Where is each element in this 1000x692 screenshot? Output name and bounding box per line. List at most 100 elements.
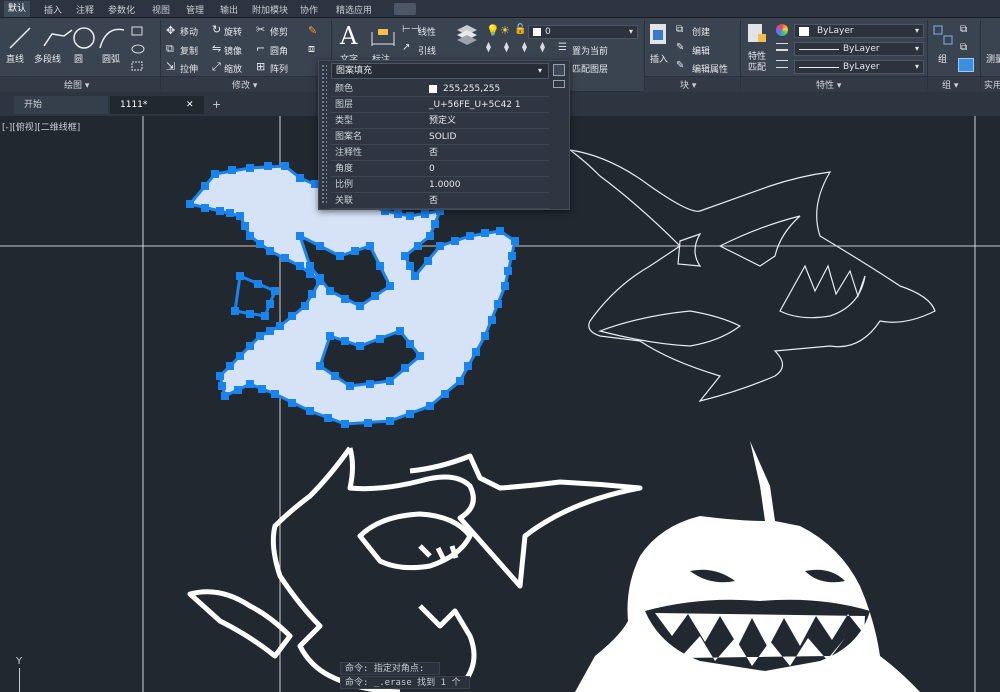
grip-point[interactable] (406, 262, 414, 270)
grip-point[interactable] (266, 300, 274, 308)
grip-point[interactable] (316, 362, 324, 370)
copy-button[interactable]: 复制 (180, 44, 198, 57)
grip-point[interactable] (366, 380, 374, 388)
arc-button[interactable]: 圆弧 (102, 52, 120, 65)
grip-point[interactable] (228, 166, 236, 174)
lightbulb-icon[interactable]: 💡 (486, 24, 500, 37)
grip-point[interactable] (296, 174, 304, 182)
grip-point[interactable] (281, 162, 289, 170)
great-white-shark-solid[interactable] (575, 441, 920, 692)
grip-point[interactable] (346, 382, 354, 390)
layer-tool-icon[interactable]: ⧫ (504, 42, 509, 53)
grip-point[interactable] (246, 342, 254, 350)
hammerhead-shark-outline[interactable] (187, 446, 643, 692)
circle-button[interactable]: 圆 (74, 52, 83, 65)
grip-point[interactable] (421, 210, 429, 218)
edit-attribute-button[interactable]: 编辑属性 (692, 62, 728, 75)
grip-point[interactable] (246, 380, 254, 388)
grip-point[interactable] (416, 352, 424, 360)
measure-button[interactable]: 测量 (986, 52, 1000, 65)
grip-point[interactable] (326, 287, 334, 295)
grip-point[interactable] (424, 257, 432, 265)
layer-tool-icon[interactable]: ⧫ (486, 42, 491, 53)
leader-button[interactable]: 引线 (418, 44, 436, 57)
grip-point[interactable] (401, 252, 409, 260)
color-wheel-icon[interactable] (776, 24, 788, 36)
grip-point[interactable] (324, 414, 332, 422)
polyline-button[interactable]: 多段线 (34, 52, 61, 65)
sun-icon[interactable]: ☀ (500, 24, 510, 37)
grip-point[interactable] (216, 207, 224, 215)
color-dropdown[interactable]: ByLayer ▾ (794, 24, 924, 38)
tab-default[interactable]: 默认 (4, 1, 31, 17)
tab-view[interactable]: 视图 (152, 3, 170, 16)
block-panel-title[interactable]: 块 ▾ (680, 78, 696, 91)
drawing-tab[interactable]: 1111* ✕ (110, 96, 204, 114)
tab-output[interactable]: 输出 (220, 3, 238, 16)
lineweight-dropdown[interactable]: ByLayer ▾ (794, 60, 924, 74)
drag-handle[interactable] (321, 64, 327, 204)
properties-panel-title[interactable]: 特性 ▾ (816, 78, 841, 91)
grip-point[interactable] (201, 182, 209, 190)
modify-panel-title[interactable]: 修改 ▾ (232, 78, 257, 91)
grip-point[interactable] (261, 312, 269, 320)
grip-point[interactable] (396, 327, 404, 335)
group-select-icon[interactable] (958, 58, 974, 72)
grip-point[interactable] (341, 337, 349, 345)
customize-icon[interactable] (553, 64, 565, 76)
grip-point[interactable] (386, 282, 394, 290)
match-properties-button[interactable]: 特性 匹配 (748, 52, 766, 74)
grip-point[interactable] (431, 220, 439, 228)
grip-point[interactable] (256, 332, 264, 340)
tab-featured-apps[interactable]: 精选应用 (336, 3, 372, 16)
grip-point[interactable] (501, 282, 509, 290)
grip-point[interactable] (241, 222, 249, 230)
grip-point[interactable] (281, 254, 289, 262)
add-tab-button[interactable]: + (212, 98, 221, 111)
grip-point[interactable] (236, 212, 244, 220)
stretch-button[interactable]: 拉伸 (180, 62, 198, 75)
grip-point[interactable] (466, 232, 474, 240)
collapse-icon[interactable] (553, 80, 565, 88)
grip-point[interactable] (401, 364, 409, 372)
grip-point[interactable] (234, 386, 242, 394)
grip-point[interactable] (308, 290, 316, 298)
grip-point[interactable] (464, 362, 472, 370)
property-row[interactable]: 类型 预定义 (331, 114, 549, 129)
grip-point[interactable] (386, 417, 394, 425)
grip-point[interactable] (326, 332, 334, 340)
grip-point[interactable] (254, 280, 262, 288)
property-row[interactable]: 角度 0 (331, 162, 549, 177)
offset-icon[interactable]: ⧈ (308, 42, 315, 56)
lock-icon[interactable]: 🔓 (514, 24, 526, 35)
property-row[interactable]: 颜色 255,255,255 (331, 82, 549, 97)
quick-properties-panel[interactable]: 图案填充 ▾ 颜色 255,255,255 图层 _U+56FE_U+5C42 1 … (318, 60, 570, 210)
grip-point[interactable] (264, 162, 272, 170)
grip-point[interactable] (226, 362, 234, 370)
tab-manage[interactable]: 管理 (186, 3, 204, 16)
grip-point[interactable] (331, 372, 339, 380)
grip-point[interactable] (376, 335, 384, 343)
grip-point[interactable] (221, 392, 229, 400)
grip-point[interactable] (288, 312, 296, 320)
grip-point[interactable] (356, 302, 364, 310)
erase-icon[interactable]: ✎ (308, 24, 317, 37)
edit-block-button[interactable]: 编辑 (692, 44, 710, 57)
outline-shark[interactable] (569, 149, 936, 403)
grip-point[interactable] (316, 242, 324, 250)
grip-point[interactable] (218, 382, 226, 390)
grip-point[interactable] (496, 227, 504, 235)
grip-point[interactable] (266, 247, 274, 255)
grip-point[interactable] (376, 262, 384, 270)
grip-point[interactable] (426, 232, 434, 240)
grip-point[interactable] (508, 252, 516, 260)
grip-point[interactable] (351, 247, 359, 255)
linetype-dropdown[interactable]: ByLayer ▾ (794, 42, 924, 56)
grip-point[interactable] (271, 390, 279, 398)
property-row[interactable]: 图层 _U+56FE_U+5C42 1 (331, 98, 549, 113)
grip-point[interactable] (336, 252, 344, 260)
grip-point[interactable] (394, 210, 402, 218)
grip-point[interactable] (216, 372, 224, 380)
fillet-button[interactable]: 圆角 (270, 44, 288, 57)
grip-point[interactable] (341, 295, 349, 303)
